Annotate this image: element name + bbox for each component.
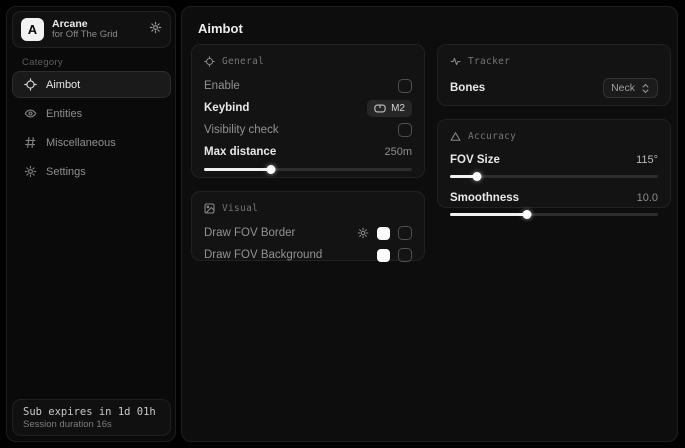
slider-thumb[interactable]: [266, 165, 275, 174]
unfold-more-icon: [641, 83, 650, 94]
sidebar-nav: Aimbot Entities Miscellaneous: [12, 71, 171, 185]
sidebar: A Arcane for Off The Grid Category Aimbo…: [6, 6, 176, 442]
panel-title: Tracker: [468, 56, 510, 67]
sub-expires-text: Sub expires in 1d 01h: [23, 406, 160, 418]
bones-row: Bones Neck: [450, 75, 658, 101]
visibility-check-checkbox[interactable]: [398, 123, 412, 137]
crosshair-icon: [204, 56, 215, 67]
visibility-check-label: Visibility check: [204, 124, 279, 136]
slider-fill: [450, 213, 527, 216]
fov-size-row: FOV Size 115°: [450, 150, 658, 170]
draw-fov-border-row: Draw FOV Border: [204, 222, 412, 244]
enable-label: Enable: [204, 80, 240, 92]
smoothness-value: 10.0: [637, 192, 658, 204]
app-subtitle: for Off The Grid: [52, 30, 141, 41]
settings-gear-icon[interactable]: [149, 21, 162, 39]
app-logo: A: [21, 18, 44, 41]
sidebar-item-label: Aimbot: [46, 79, 80, 91]
keybind-label: Keybind: [204, 102, 249, 114]
panel-tracker: Tracker Bones Neck: [437, 44, 671, 106]
category-label: Category: [22, 57, 63, 68]
sidebar-item-aimbot[interactable]: Aimbot: [12, 71, 171, 98]
hash-icon: [24, 136, 37, 149]
crosshair-icon: [24, 78, 37, 91]
bones-selected-value: Neck: [611, 82, 635, 94]
panel-accuracy: Accuracy FOV Size 115° Smoothness 10.0: [437, 119, 671, 208]
smoothness-row: Smoothness 10.0: [450, 188, 658, 208]
max-distance-value: 250m: [384, 146, 412, 158]
sidebar-item-label: Settings: [46, 166, 86, 178]
panel-title: Accuracy: [468, 131, 516, 142]
slider-thumb[interactable]: [522, 210, 531, 219]
panel-general: General Enable Keybind M2 Visibility che…: [191, 44, 425, 178]
panel-title: Visual: [222, 203, 258, 214]
enable-checkbox[interactable]: [398, 79, 412, 93]
fov-size-label: FOV Size: [450, 154, 500, 166]
keybind-value: M2: [391, 103, 405, 114]
fov-size-slider[interactable]: [450, 171, 658, 181]
app-header-card: A Arcane for Off The Grid: [12, 11, 171, 48]
sidebar-item-label: Entities: [46, 108, 82, 120]
slider-thumb[interactable]: [473, 172, 482, 181]
fov-border-color-swatch[interactable]: [377, 227, 390, 240]
image-icon: [204, 203, 215, 214]
draw-fov-border-checkbox[interactable]: [398, 226, 412, 240]
eye-icon: [24, 107, 37, 120]
max-distance-label: Max distance: [204, 146, 276, 158]
keybind-button[interactable]: M2: [367, 100, 412, 117]
sidebar-item-settings[interactable]: Settings: [12, 158, 171, 185]
max-distance-row: Max distance 250m: [204, 141, 412, 163]
page-title: Aimbot: [198, 21, 243, 36]
slider-fill: [204, 168, 271, 171]
activity-icon: [450, 56, 461, 67]
draw-fov-background-label: Draw FOV Background: [204, 249, 322, 261]
fov-size-value: 115°: [636, 154, 658, 166]
fov-border-settings-gear-icon[interactable]: [357, 227, 369, 239]
panel-title: General: [222, 56, 264, 67]
sidebar-item-entities[interactable]: Entities: [12, 100, 171, 127]
draw-fov-background-row: Draw FOV Background: [204, 244, 412, 266]
sidebar-item-miscellaneous[interactable]: Miscellaneous: [12, 129, 171, 156]
gear-icon: [24, 165, 37, 178]
sidebar-item-label: Miscellaneous: [46, 137, 116, 149]
main-content: Aimbot General Enable Keybind: [181, 6, 678, 442]
subscription-card: Sub expires in 1d 01h Session duration 1…: [12, 399, 171, 436]
session-duration-text: Session duration 16s: [23, 419, 160, 430]
enable-row: Enable: [204, 75, 412, 97]
fov-background-color-swatch[interactable]: [377, 249, 390, 262]
bones-label: Bones: [450, 82, 485, 94]
keybind-row: Keybind M2: [204, 97, 412, 119]
mouse-icon: [374, 104, 386, 113]
bones-select[interactable]: Neck: [603, 78, 658, 98]
triangle-icon: [450, 131, 461, 142]
draw-fov-border-label: Draw FOV Border: [204, 227, 295, 239]
visibility-check-row: Visibility check: [204, 119, 412, 141]
panel-visual: Visual Draw FOV Border Draw FOV Backgrou…: [191, 191, 425, 261]
smoothness-slider[interactable]: [450, 209, 658, 219]
draw-fov-background-checkbox[interactable]: [398, 248, 412, 262]
max-distance-slider[interactable]: [204, 164, 412, 174]
smoothness-label: Smoothness: [450, 192, 519, 204]
